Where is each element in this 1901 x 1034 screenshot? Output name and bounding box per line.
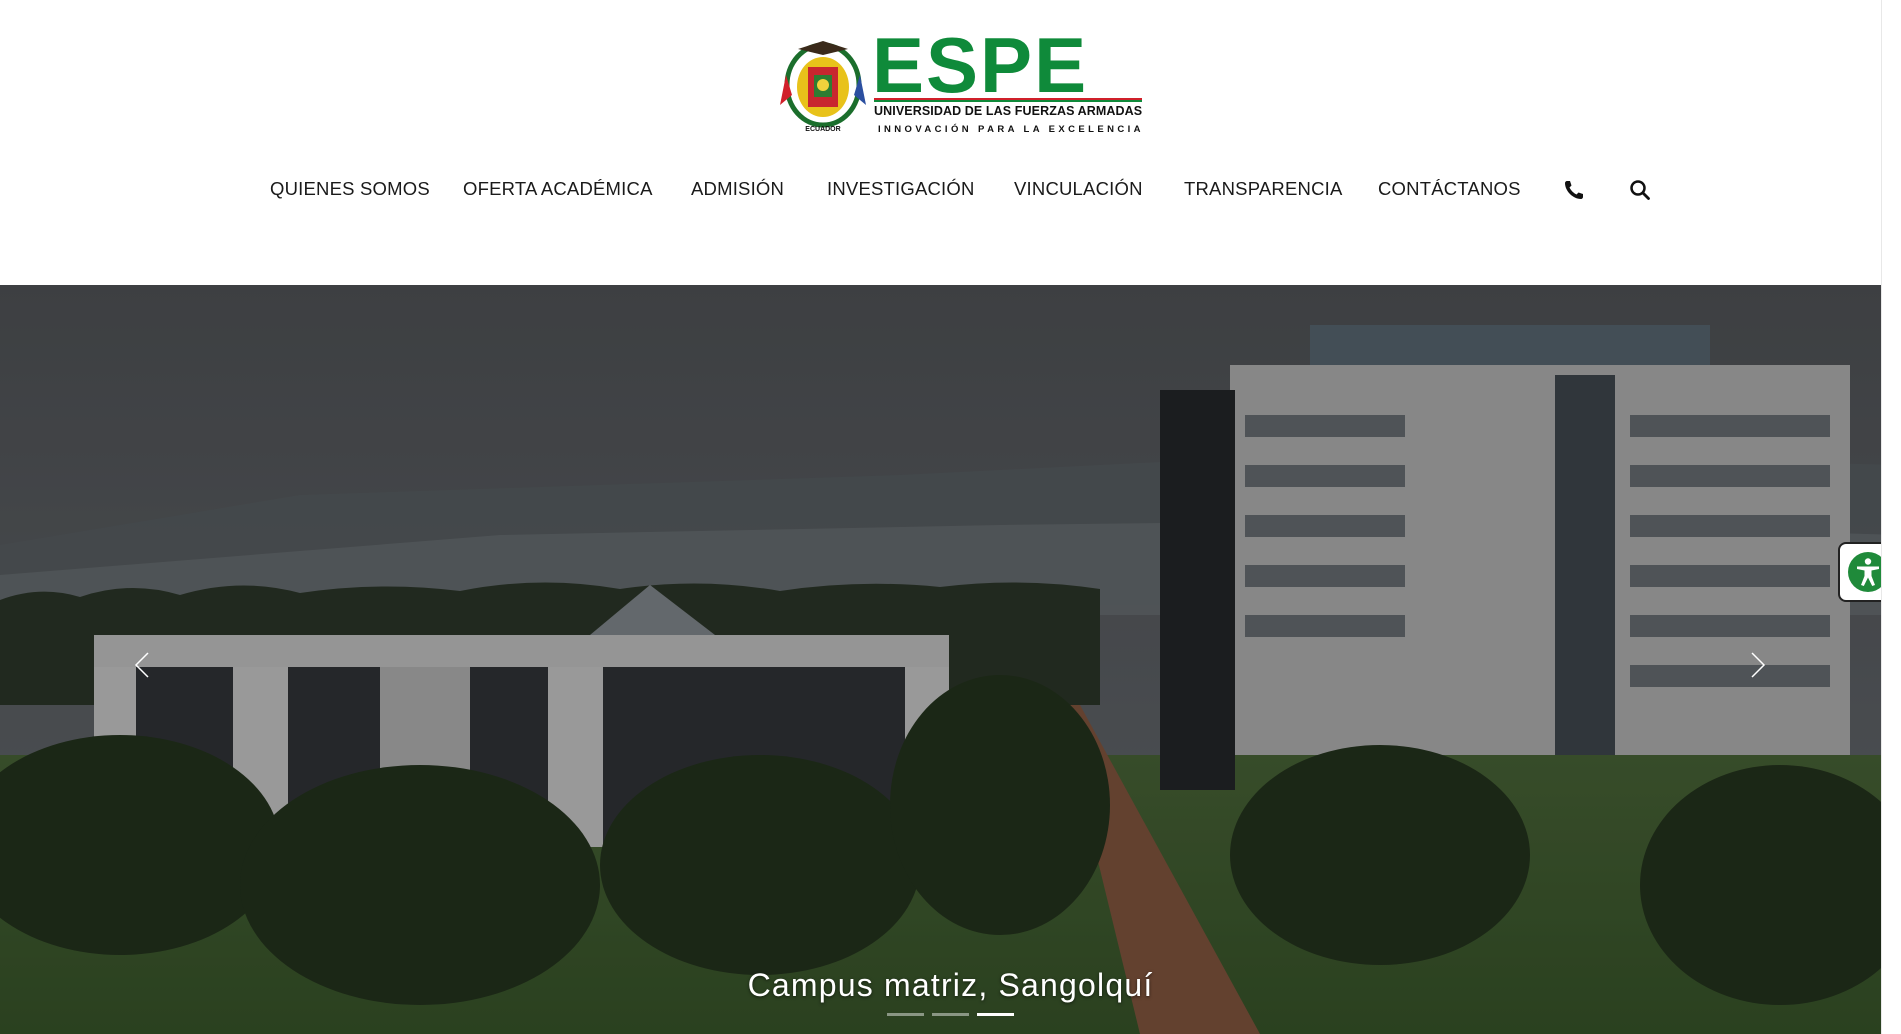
logo-tagline: INNOVACIÓN PARA LA EXCELENCIA [878, 124, 1144, 135]
nav-item-contactanos[interactable]: CONTÁCTANOS [1378, 178, 1521, 200]
carousel-prev-arrow-icon[interactable] [128, 645, 158, 685]
campus-photo [0, 285, 1901, 1034]
hero-carousel: Campus matriz, Sangolquí [0, 285, 1901, 1034]
search-icon[interactable] [1628, 178, 1652, 202]
carousel-indicators [0, 1013, 1901, 1016]
nav-item-vinculacion[interactable]: VINCULACIÓN [1014, 178, 1143, 200]
nav-item-oferta-academica[interactable]: OFERTA ACADÉMICA [463, 178, 653, 200]
espe-logo[interactable]: ECUADOR ESPE UNIVERSIDAD DE LAS FUERZAS … [778, 21, 1144, 142]
page-scrollbar[interactable] [1881, 0, 1901, 1034]
nav-item-quienes-somos[interactable]: QUIENES SOMOS [270, 178, 430, 200]
main-nav: QUIENES SOMOS OFERTA ACADÉMICA ADMISIÓN … [0, 166, 1881, 216]
logo-wordmark: ESPE [872, 21, 1089, 109]
phone-icon[interactable] [1562, 178, 1586, 202]
nav-item-transparencia[interactable]: TRANSPARENCIA [1184, 178, 1343, 200]
svg-text:ECUADOR: ECUADOR [805, 126, 840, 133]
nav-item-admision[interactable]: ADMISIÓN [691, 178, 784, 200]
logo-rule [874, 100, 1142, 102]
carousel-indicator[interactable] [932, 1013, 969, 1016]
logo-subtitle: UNIVERSIDAD DE LAS FUERZAS ARMADAS [874, 104, 1143, 118]
slide-caption: Campus matriz, Sangolquí [747, 967, 1154, 1003]
ecuador-crest-icon: ECUADOR [780, 41, 866, 133]
site-header: ECUADOR ESPE UNIVERSIDAD DE LAS FUERZAS … [0, 0, 1881, 285]
carousel-indicator[interactable] [887, 1013, 924, 1016]
carousel-indicator-active[interactable] [977, 1013, 1014, 1016]
carousel-next-arrow-icon[interactable] [1742, 645, 1772, 685]
nav-item-investigacion[interactable]: INVESTIGACIÓN [827, 178, 975, 200]
